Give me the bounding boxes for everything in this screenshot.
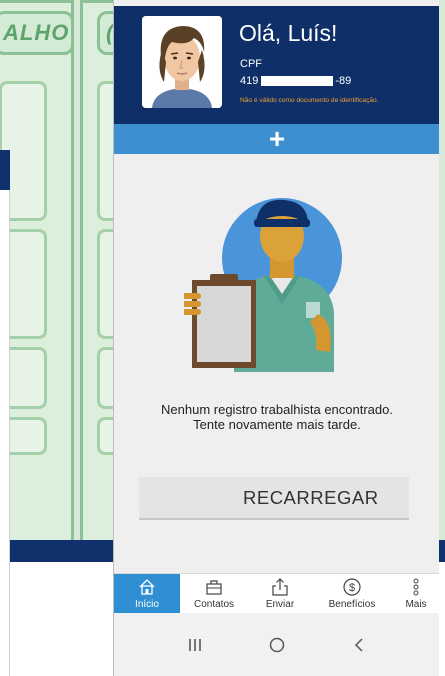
recent-apps-icon <box>189 638 201 651</box>
background-left-panel-header <box>0 150 10 190</box>
screen: ALHO (Olá, Luís! CPF 419 -89 Não é váli… <box>0 0 445 676</box>
tab-enviar[interactable]: Enviar <box>248 574 312 613</box>
background-banner-text-left: ALHO <box>3 20 70 45</box>
share-icon <box>272 578 288 596</box>
back-nav-button[interactable] <box>339 625 379 665</box>
cpf-number: 419 -89 <box>240 75 351 87</box>
bottom-tab-bar: Início Contatos Enviar $ Benefícios Mais <box>114 573 439 613</box>
reload-button[interactable]: RECARREGAR <box>139 477 409 520</box>
add-record-button[interactable]: + <box>114 124 439 154</box>
user-avatar <box>142 16 222 108</box>
system-navigation-bar <box>114 613 439 676</box>
recent-apps-button[interactable] <box>175 625 215 665</box>
worker-clipboard-icon <box>181 198 342 372</box>
home-icon <box>139 579 155 595</box>
svg-text:$: $ <box>349 582 355 594</box>
tab-label: Início <box>135 599 159 610</box>
cpf-label: CPF <box>240 58 262 70</box>
greeting-text: Olá, Luís! <box>239 20 338 46</box>
tab-label: Contatos <box>193 599 235 610</box>
background-page-left: ALHO <box>0 0 74 545</box>
app-window: Olá, Luís! CPF 419 -89 Não é válido como… <box>113 0 439 676</box>
empty-state-illustration <box>181 172 364 372</box>
background-banner-left: ALHO <box>0 11 74 55</box>
home-nav-button[interactable] <box>257 625 297 665</box>
tab-inicio[interactable]: Início <box>114 574 180 613</box>
id-disclaimer: Não é válido como documento de identific… <box>240 97 379 104</box>
more-vertical-icon <box>413 578 419 596</box>
tab-mais[interactable]: Mais <box>392 574 439 613</box>
briefcase-icon <box>206 580 222 595</box>
home-circle-icon <box>269 637 285 652</box>
tab-beneficios[interactable]: $ Benefícios <box>312 574 392 613</box>
avatar-illustration-icon <box>142 16 222 108</box>
plus-icon: + <box>268 123 286 154</box>
profile-header: Olá, Luís! CPF 419 -89 Não é válido como… <box>114 6 439 124</box>
background-left-panel <box>0 150 10 676</box>
tab-label: Enviar <box>265 599 295 610</box>
tab-contatos[interactable]: Contatos <box>180 574 248 613</box>
cpf-suffix: -89 <box>335 75 352 87</box>
tab-label: Mais <box>405 599 427 610</box>
tab-label: Benefícios <box>328 599 376 610</box>
cpf-redaction <box>261 76 334 86</box>
back-chevron-icon <box>354 637 363 652</box>
dollar-circle-icon: $ <box>343 578 361 596</box>
empty-state-message: Nenhum registro trabalhista encontrado. … <box>161 402 393 432</box>
cpf-prefix: 419 <box>240 75 259 87</box>
